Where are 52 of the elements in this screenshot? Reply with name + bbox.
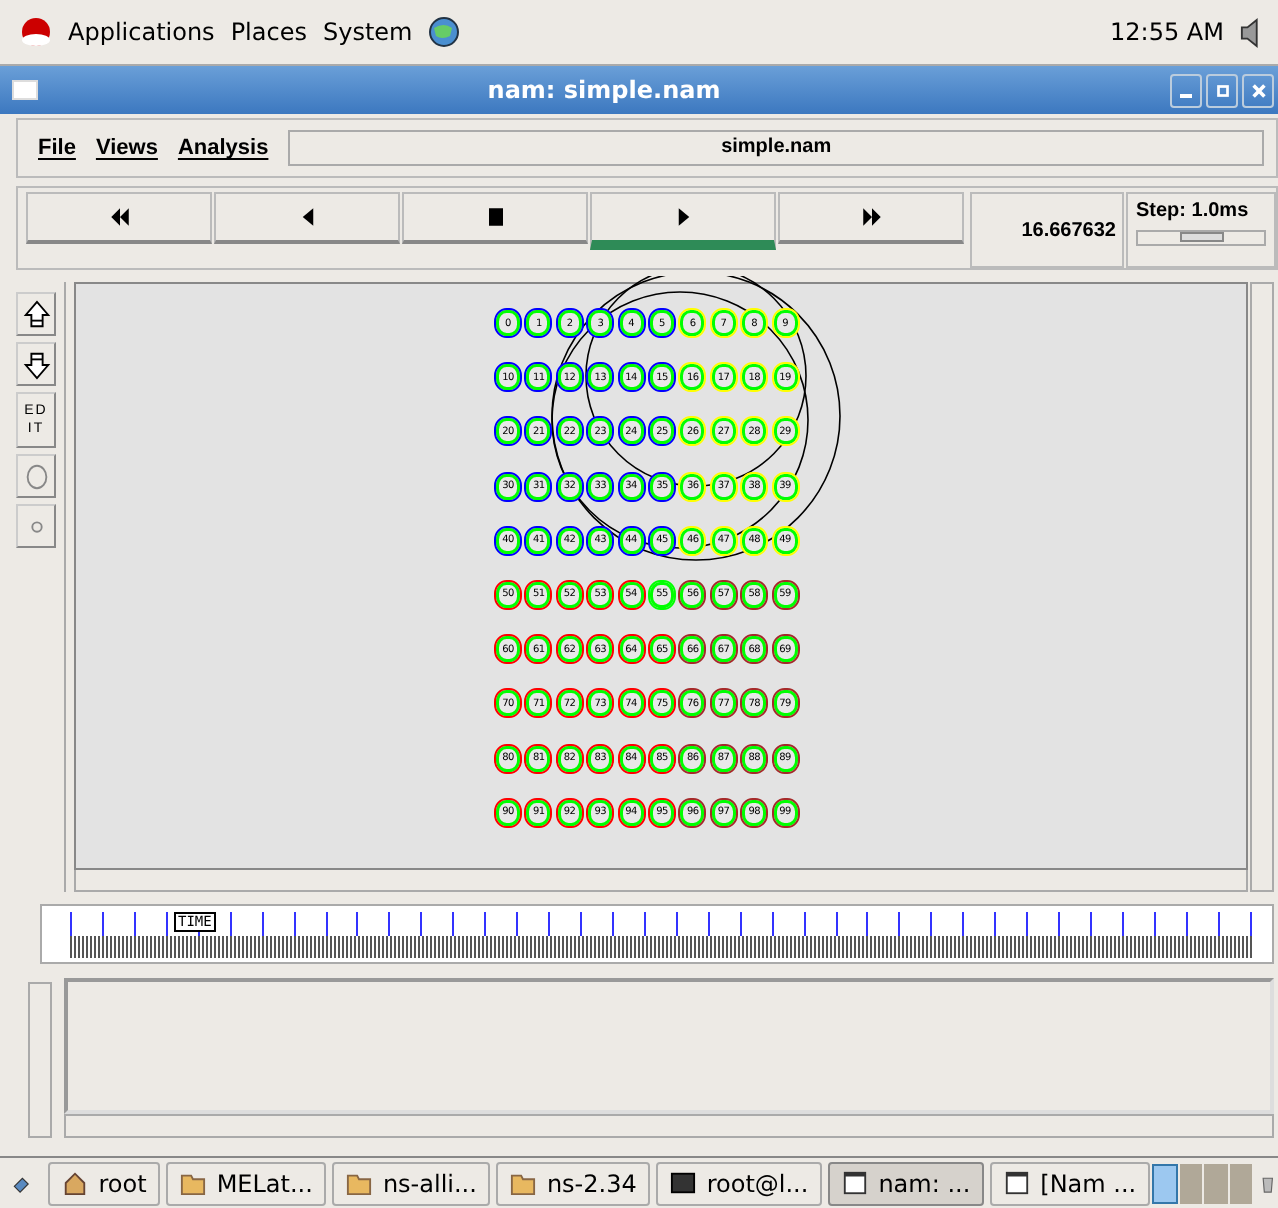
- slider-thumb[interactable]: [1179, 232, 1223, 242]
- down-arrow-icon: [21, 349, 51, 379]
- panel-menu[interactable]: Applications: [68, 18, 215, 46]
- vertical-scrollbar[interactable]: [28, 982, 52, 1138]
- zoom-out-button[interactable]: [16, 342, 56, 386]
- forward-icon: [857, 206, 885, 228]
- zoom-in-button[interactable]: [16, 292, 56, 336]
- taskbar-button[interactable]: ns-2.34: [496, 1161, 651, 1205]
- workspace-switcher[interactable]: [1179, 1163, 1203, 1203]
- large-circle-button[interactable]: [16, 454, 56, 498]
- hat-logo-icon[interactable]: [20, 16, 52, 48]
- minimize-icon: [1180, 94, 1192, 98]
- menu-item[interactable]: File: [38, 136, 76, 160]
- vertical-scrollbar[interactable]: [1250, 282, 1274, 892]
- step-slider[interactable]: [1136, 230, 1266, 246]
- up-arrow-icon: [21, 299, 51, 329]
- folder-icon: [346, 1170, 373, 1196]
- window-icon: [1004, 1170, 1031, 1196]
- playback-button[interactable]: [402, 192, 588, 244]
- window-icon: [842, 1170, 869, 1196]
- maximize-icon: [1213, 81, 1231, 99]
- window-title: nam: simple.nam: [485, 76, 723, 104]
- maximize-button[interactable]: [1206, 73, 1238, 107]
- taskbar-button[interactable]: ns-alli...: [332, 1161, 491, 1205]
- small-circle-button[interactable]: [16, 504, 56, 548]
- panel-menu[interactable]: System: [322, 18, 413, 46]
- workspace-switcher[interactable]: [1152, 1163, 1178, 1203]
- large-circle-icon: [21, 461, 51, 491]
- minimize-button[interactable]: [1170, 73, 1202, 107]
- workspace-switcher[interactable]: [1204, 1163, 1228, 1203]
- folder-icon: [180, 1170, 207, 1196]
- taskbar-button[interactable]: root@l...: [656, 1161, 823, 1205]
- horizontal-scrollbar[interactable]: [64, 1114, 1274, 1138]
- menu-item[interactable]: Views: [95, 136, 158, 160]
- globe-icon[interactable]: [428, 16, 461, 48]
- folder-icon: [510, 1170, 537, 1196]
- horizontal-scrollbar[interactable]: [74, 870, 1248, 892]
- workspace-switcher[interactable]: [1229, 1163, 1253, 1203]
- close-icon: [1249, 81, 1267, 99]
- step-label: Step: 1.0ms: [1136, 200, 1251, 222]
- taskbar-button[interactable]: [Nam ...: [990, 1161, 1151, 1205]
- close-button[interactable]: [1242, 73, 1274, 107]
- terminal-icon: [670, 1170, 697, 1196]
- file-name-label: simple.nam: [288, 130, 1264, 166]
- home-icon: [62, 1170, 89, 1196]
- current-time: 16.667632: [1021, 219, 1116, 241]
- clock[interactable]: 12:55 AM: [1110, 18, 1224, 46]
- taskbar-button[interactable]: nam: ...: [828, 1161, 985, 1205]
- taskbar-button[interactable]: root: [48, 1161, 161, 1205]
- taskbar-button[interactable]: MELat...: [166, 1161, 327, 1205]
- menu-item[interactable]: Analysis: [177, 136, 269, 160]
- panel-menu[interactable]: Places: [230, 18, 307, 46]
